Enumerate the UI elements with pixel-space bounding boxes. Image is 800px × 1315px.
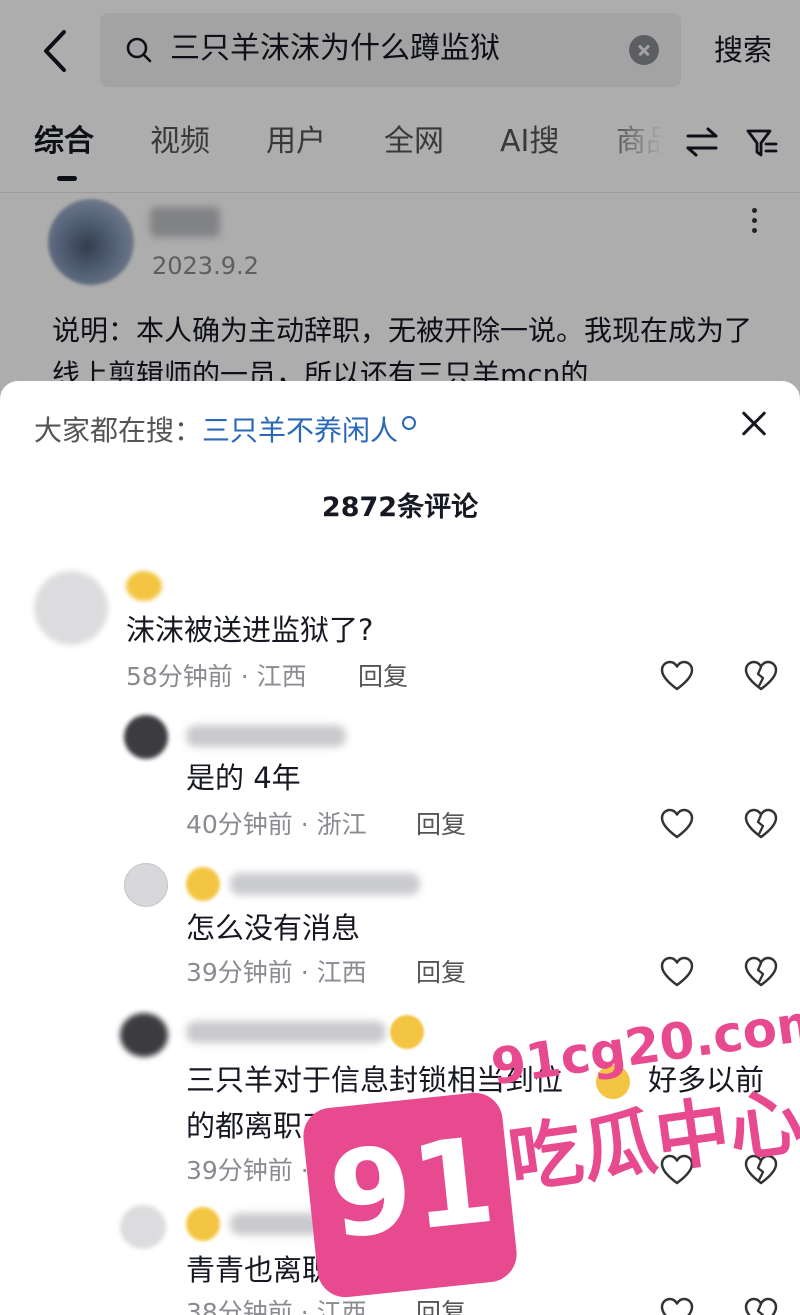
comment-meta: 39分钟前 · 江西: [186, 958, 367, 987]
emoji-icon: [186, 1207, 220, 1241]
comment-text: 青青也离职了?: [186, 1253, 376, 1287]
emoji-icon: [126, 571, 162, 601]
comment-text-line1: 三只羊对于信息封锁相当到位: [186, 1063, 564, 1097]
username-blurred: [230, 873, 420, 895]
reply-button[interactable]: 回复: [416, 807, 466, 843]
like-heart-icon[interactable]: [660, 956, 694, 988]
comments-sheet: 大家都在搜：三只羊不养闲人 2872条评论 沫沫被送进监狱了? 58分钟前 · …: [0, 381, 800, 1315]
reply-button[interactable]: 回复: [358, 659, 408, 695]
comment-text: 怎么没有消息: [186, 911, 361, 945]
avatar[interactable]: [124, 715, 168, 759]
comment-count: 2872条评论: [321, 492, 479, 523]
suggest-link[interactable]: 三只羊不养闲人: [202, 414, 398, 447]
reply-button[interactable]: 回复: [416, 955, 466, 991]
avatar[interactable]: [120, 1205, 166, 1249]
like-heart-icon[interactable]: [660, 808, 694, 840]
trending-search-suggestion: 大家都在搜：三只羊不养闲人: [34, 411, 417, 451]
dislike-broken-heart-icon[interactable]: [744, 660, 778, 692]
comment-text: 沫沫被送进监狱了?: [126, 613, 374, 647]
comment-meta: 39分钟前 · 浙江: [186, 1156, 367, 1185]
username-blurred: [186, 1021, 386, 1043]
comment-text-line1-tail: 好多以前: [648, 1063, 765, 1097]
username-blurred: [186, 725, 346, 747]
comment-meta: 40分钟前 · 浙江: [186, 810, 367, 839]
like-heart-icon[interactable]: [660, 660, 694, 692]
avatar[interactable]: [120, 1013, 168, 1057]
dislike-broken-heart-icon[interactable]: [744, 1154, 778, 1186]
username-blurred: [230, 1213, 380, 1235]
dislike-broken-heart-icon[interactable]: [744, 1297, 778, 1315]
reply-button[interactable]: 回复: [416, 1153, 466, 1189]
search-icon: [402, 416, 417, 430]
like-heart-icon[interactable]: [660, 1297, 694, 1315]
dim-overlay[interactable]: [0, 0, 800, 400]
laughing-emoji-icon: [596, 1065, 630, 1099]
comment-meta: 38分钟前 · 江西: [186, 1298, 367, 1315]
default-avatar-icon[interactable]: [124, 863, 168, 907]
comment-text-line2: 的都离职了 法务 青青: [186, 1109, 466, 1143]
emoji-icon: [390, 1015, 424, 1049]
emoji-icon: [186, 867, 220, 901]
dislike-broken-heart-icon[interactable]: [744, 956, 778, 988]
like-heart-icon[interactable]: [660, 1154, 694, 1186]
dislike-broken-heart-icon[interactable]: [744, 808, 778, 840]
reply-button[interactable]: 回复: [416, 1295, 466, 1315]
comment-meta: 58分钟前 · 江西: [126, 662, 307, 691]
suggest-prefix: 大家都在搜：: [34, 414, 203, 447]
close-button[interactable]: [736, 405, 772, 441]
avatar[interactable]: [34, 571, 108, 645]
comment-text: 是的 4年: [186, 761, 301, 795]
